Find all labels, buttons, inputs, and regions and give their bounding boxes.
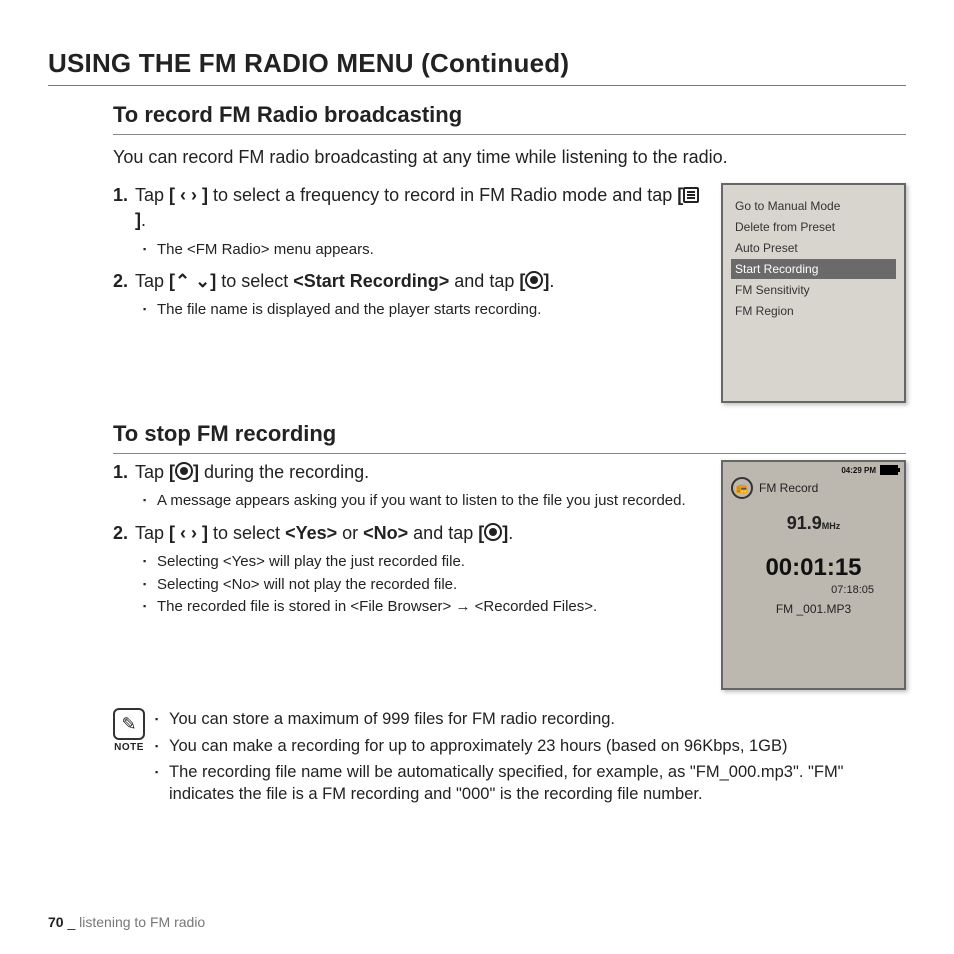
- sub-step: The file name is displayed and the playe…: [143, 300, 707, 320]
- device-title: FM Record: [759, 481, 818, 495]
- step: Tap [⌃ ⌄] to select <Start Recording> an…: [113, 269, 707, 320]
- menu-item: FM Region: [731, 301, 896, 321]
- footer-title: listening to FM radio: [79, 914, 205, 930]
- radio-icon: 📻: [731, 477, 753, 499]
- step: Tap [ ‹ › ] to select a frequency to rec…: [113, 183, 707, 259]
- note-icon: ✎: [113, 708, 145, 740]
- sub-step: Selecting <Yes> will play the just recor…: [143, 552, 707, 572]
- select-icon: [484, 523, 502, 541]
- sub-step: A message appears asking you if you want…: [143, 491, 707, 511]
- device-timer: 00:01:15: [723, 554, 904, 582]
- lr-buttons-glyph: [ ‹ › ]: [169, 523, 208, 543]
- menu-item: FM Sensitivity: [731, 280, 896, 300]
- battery-icon: [880, 465, 898, 475]
- updown-buttons-glyph: [⌃ ⌄]: [169, 271, 216, 291]
- note-label: NOTE: [113, 742, 145, 753]
- page-number: 70: [48, 914, 64, 930]
- note-item: You can store a maximum of 999 files for…: [155, 708, 906, 730]
- sub-step: Selecting <No> will not play the recorde…: [143, 575, 707, 595]
- menu-item: Delete from Preset: [731, 217, 896, 237]
- device-screenshot-record: 04:29 PM 📻 FM Record 91.9MHz 00:01:15 07…: [721, 460, 906, 690]
- menu-icon: [683, 187, 699, 203]
- section-heading-stop: To stop FM recording: [113, 421, 906, 454]
- lr-buttons-glyph: [ ‹ › ]: [169, 185, 208, 205]
- page-footer: 70 _ listening to FM radio: [48, 914, 205, 930]
- note-item: The recording file name will be automati…: [155, 761, 906, 806]
- sub-step: The recorded file is stored in <File Bro…: [143, 597, 707, 617]
- page-title: USING THE FM RADIO MENU (Continued): [48, 48, 906, 79]
- select-icon: [525, 271, 543, 289]
- section-heading-record: To record FM Radio broadcasting: [113, 102, 906, 135]
- note-item: You can make a recording for up to appro…: [155, 735, 906, 757]
- menu-item: Go to Manual Mode: [731, 196, 896, 216]
- select-icon: [175, 462, 193, 480]
- section-intro: You can record FM radio broadcasting at …: [113, 145, 906, 169]
- device-frequency: 91.9MHz: [723, 513, 904, 534]
- menu-item: Auto Preset: [731, 238, 896, 258]
- sub-step: The <FM Radio> menu appears.: [143, 240, 707, 260]
- device-elapsed: 07:18:05: [723, 584, 904, 596]
- step: Tap [] during the recording. A message a…: [113, 460, 707, 511]
- step: Tap [ ‹ › ] to select <Yes> or <No> and …: [113, 521, 707, 617]
- device-filename: FM _001.MP3: [723, 602, 904, 616]
- device-time: 04:29 PM: [841, 466, 876, 475]
- menu-item-selected: Start Recording: [731, 259, 896, 279]
- device-screenshot-menu: Go to Manual Mode Delete from Preset Aut…: [721, 183, 906, 403]
- rule: [48, 85, 906, 86]
